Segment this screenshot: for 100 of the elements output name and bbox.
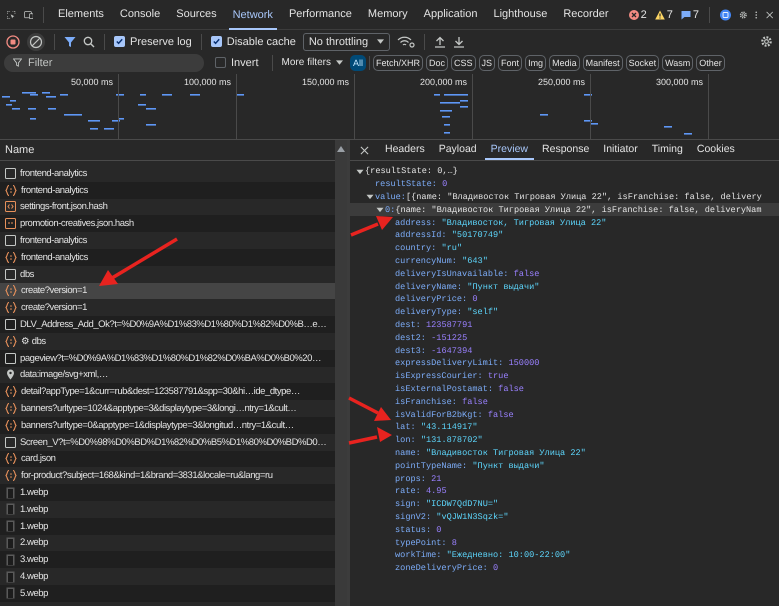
type-filter-chip[interactable]: All — [350, 54, 366, 70]
type-filter-chip[interactable]: Img — [525, 54, 546, 70]
request-row[interactable]: data:image/svg+xml,… — [0, 366, 335, 384]
error-count[interactable]: 2 — [628, 8, 647, 20]
request-row[interactable]: banners?urltype=0&apptype=1&displaytype=3&longitud…ntry=1&cult… — [0, 416, 335, 434]
request-name: frontend-analytics — [21, 184, 88, 196]
panel-tab[interactable]: Elements — [54, 0, 108, 30]
braces-icon — [5, 285, 17, 296]
request-row[interactable]: detail?appType=1&curr=rub&dest=123587791&spp=30&hi…ide_dtype… — [0, 383, 335, 400]
request-row[interactable]: 1.webp — [0, 484, 335, 501]
type-filter-chip[interactable]: CSS — [451, 54, 476, 70]
panel-tab[interactable]: Performance — [284, 0, 356, 30]
request-row[interactable]: 5.webp — [0, 584, 335, 602]
property-line: typePoint: 8 — [395, 538, 457, 548]
request-name: 1.webp — [20, 487, 48, 498]
type-filter-chip[interactable]: Doc — [426, 54, 448, 70]
upload-icon[interactable] — [434, 36, 446, 48]
type-filter-chip[interactable]: Media — [549, 54, 580, 70]
network-conditions-icon[interactable] — [396, 36, 415, 48]
more-filters-dropdown[interactable]: More filters — [278, 57, 347, 68]
request-name: pageview?t=%D0%9A%D1%83%D1%80%D1%82%D0%BA%D0%B0%20… — [20, 352, 322, 364]
property-line: isExpressCourier: true — [395, 371, 508, 382]
type-filter-chip[interactable]: Manifest — [582, 54, 623, 70]
close-icon[interactable] — [360, 146, 369, 154]
panel-tab[interactable]: Sources — [172, 0, 221, 30]
search-icon[interactable] — [83, 36, 95, 48]
request-row[interactable]: 1.webp — [0, 518, 335, 535]
request-row[interactable]: card.json — [0, 450, 335, 468]
detail-tab[interactable]: Preview — [484, 140, 534, 160]
type-filter-chip[interactable]: Fetch/XHR — [372, 54, 423, 70]
preserve-log-checkbox[interactable] — [114, 36, 125, 47]
request-row[interactable]: DLV_Address_Add_Ok?t=%D0%9A%D1%83%D1%80%D1%82%D0%B…e… — [0, 316, 335, 333]
braces-icon — [5, 453, 17, 464]
download-icon[interactable] — [452, 36, 465, 48]
expand-toggle[interactable] — [355, 168, 365, 175]
request-row[interactable]: settings-front.json.hash — [0, 198, 335, 216]
type-filter-chip[interactable]: Other — [696, 54, 725, 70]
property-line: address: "Владивосток, Тигровая Улица 22" — [395, 218, 606, 228]
request-row[interactable]: 3.webp — [0, 551, 335, 568]
request-row[interactable]: frontend-analytics — [0, 182, 335, 199]
request-row[interactable]: pageview?t=%D0%9A%D1%83%D1%80%D1%82%D0%BA%D0%B0%20… — [0, 350, 335, 367]
expand-toggle[interactable] — [365, 193, 375, 200]
document-icon — [5, 235, 16, 246]
braces-icon — [5, 336, 17, 347]
tree-node-label[interactable]: {resultState: 0,…} — [365, 166, 458, 176]
panel-tab[interactable]: Console — [116, 0, 164, 30]
request-row[interactable]: 2.webp — [0, 534, 335, 552]
record-stop-icon[interactable] — [6, 34, 20, 48]
detail-tab[interactable]: Timing — [646, 140, 689, 160]
panel-tab[interactable]: Recorder — [559, 0, 613, 30]
property-line: deliveryPrice: 0 — [395, 294, 478, 304]
scroll-up-icon[interactable] — [337, 146, 345, 152]
request-name: promotion-creatives.json.hash — [20, 218, 134, 230]
property-line: isExternalPostamat: false — [395, 384, 524, 394]
filter-field[interactable]: Filter — [4, 54, 204, 72]
request-row[interactable]: promotion-creatives.json.hash — [0, 215, 335, 232]
detail-tab[interactable]: Payload — [432, 140, 483, 160]
filter-icon[interactable] — [64, 36, 76, 48]
message-count[interactable]: 7 — [680, 8, 699, 20]
type-filter-chip[interactable]: Font — [498, 54, 522, 70]
request-name: frontend-analytics — [21, 252, 88, 263]
property-line: addressId: "50170749" — [395, 230, 504, 240]
request-name: for-product?subject=168&kind=1&brand=3831&locale=ru&lang=ru — [21, 470, 273, 482]
property-line: workTime: "Ежедневно: 10:00-22:00" — [395, 550, 570, 560]
detail-tab[interactable]: Response — [536, 140, 596, 160]
braces-icon — [5, 302, 17, 314]
panel-tab[interactable]: Lighthouse — [489, 0, 552, 30]
request-row[interactable]: create?version=1 — [0, 282, 335, 300]
throttling-select[interactable]: No throttling — [302, 32, 390, 50]
disable-cache-checkbox[interactable] — [210, 36, 222, 47]
detail-tab[interactable]: Headers — [379, 140, 431, 160]
time-tick-label: 300,000 ms — [656, 77, 703, 87]
detail-tab[interactable]: Cookies — [690, 140, 741, 160]
property-line: status: 0 — [395, 524, 442, 535]
property-line: rate: 4.95 — [395, 486, 447, 496]
detail-tab[interactable]: Initiator — [597, 140, 644, 160]
type-filter-chip[interactable]: Socket — [626, 54, 660, 70]
panel-tab[interactable]: Application — [420, 0, 482, 30]
panel-tab[interactable]: Memory — [364, 0, 412, 30]
request-name: dbs — [20, 268, 34, 280]
warning-count[interactable]: 7 — [654, 8, 673, 20]
checkbox-label: Preserve log — [130, 36, 192, 48]
request-name: ⚙ dbs — [21, 335, 46, 348]
column-header[interactable]: Name — [5, 144, 34, 156]
annotation-arrow — [348, 427, 392, 445]
image-thumbnail — [5, 570, 16, 583]
request-name: create?version=1 — [21, 285, 87, 296]
request-name: DLV_Address_Add_Ok?t=%D0%9A%D1%83%D1%80%D1%82%D0%B…e… — [20, 319, 326, 330]
tree-node-label[interactable]: value:[{name: "Владивосток Тигровая Улица 22", isFranchise: false, delivery — [375, 192, 762, 202]
property-line: isFranchise: false — [395, 396, 488, 407]
request-row[interactable]: frontend-analytics — [0, 248, 335, 266]
type-filter-chip[interactable]: JS — [478, 54, 496, 70]
expand-toggle[interactable] — [375, 206, 385, 214]
annotation-arrow — [348, 396, 391, 421]
type-filter-chip[interactable]: Wasm — [662, 54, 694, 70]
time-tick-label: 150,000 ms — [302, 77, 349, 87]
panel-tab[interactable]: Network — [228, 0, 277, 30]
invert-checkbox[interactable] — [215, 57, 226, 68]
clear-icon[interactable] — [27, 32, 45, 50]
settings-icon[interactable] — [760, 35, 773, 48]
